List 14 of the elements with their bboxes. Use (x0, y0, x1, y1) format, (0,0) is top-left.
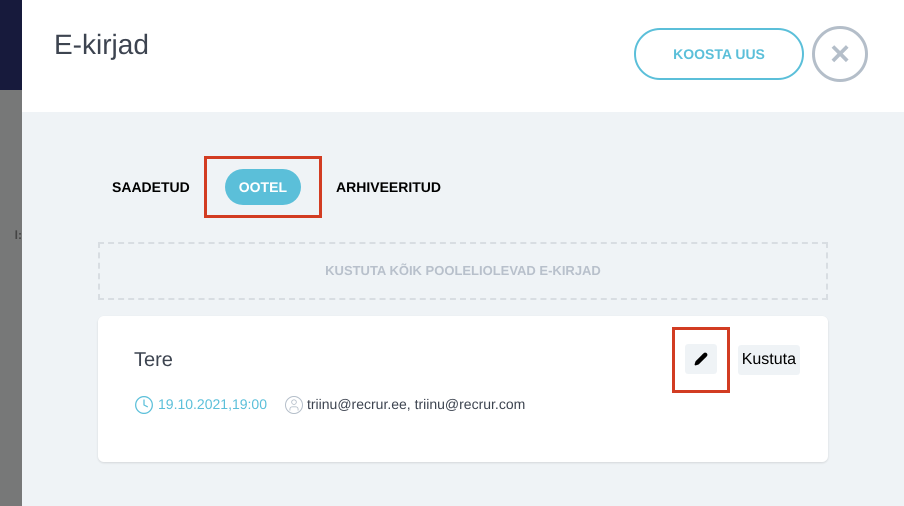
close-button[interactable]: × (812, 26, 868, 82)
email-recipients: triinu@recrur.ee, triinu@recrur.com (307, 395, 526, 414)
tab[interactable]: OOTEL (224, 169, 302, 205)
user-icon (285, 396, 303, 414)
email-subject: Tere (134, 348, 173, 373)
tab[interactable]: SAADETUD (110, 169, 192, 205)
clock-icon (134, 394, 154, 414)
window-title: E-kirjad (54, 28, 149, 62)
pencil-icon (694, 352, 708, 366)
compose-button[interactable]: KOOSTA UUS (634, 28, 804, 80)
delete-button[interactable]: Kustuta (738, 345, 800, 375)
tab[interactable]: ARHIVEERITUD (334, 169, 444, 205)
edit-button[interactable] (684, 344, 717, 374)
email-time: 19.10.2021,19:00 (158, 395, 267, 414)
